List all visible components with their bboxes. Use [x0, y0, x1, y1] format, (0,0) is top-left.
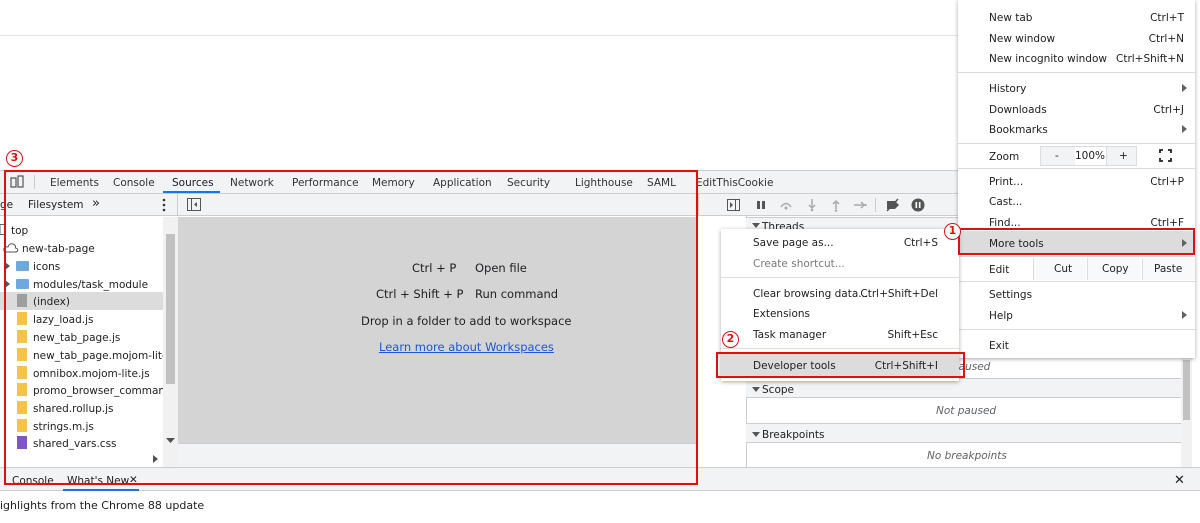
submenu-clear-browsing-data[interactable]: Clear browsing data... Ctrl+Shift+Del — [721, 283, 959, 304]
debugger-scroll-thumb[interactable] — [1183, 360, 1190, 420]
step-out-icon[interactable] — [831, 198, 841, 212]
cut-label: Cut — [1054, 263, 1073, 275]
menu-label: New window — [989, 33, 1056, 45]
menu-new-window[interactable]: New window Ctrl+N — [958, 28, 1195, 49]
menu-separator — [721, 348, 959, 349]
menu-label: New tab — [989, 12, 1033, 24]
menu-label: Extensions — [753, 308, 811, 320]
menu-new-tab[interactable]: New tab Ctrl+T — [958, 7, 1195, 28]
annotation-badge-1: 1 — [944, 223, 961, 240]
drawer-close-icon[interactable]: ✕ — [1174, 474, 1185, 487]
edit-cut-button[interactable]: Cut — [1033, 258, 1086, 280]
menu-label: Zoom — [989, 151, 1020, 163]
menu-history[interactable]: History — [958, 78, 1195, 99]
copy-label: Copy — [1102, 263, 1129, 275]
menu-label: Settings — [989, 289, 1033, 301]
whats-new-panel: ighlights from the Chrome 88 update — [0, 491, 1200, 523]
menu-exit[interactable]: Exit — [958, 335, 1195, 356]
menu-settings[interactable]: Settings — [958, 284, 1195, 305]
annotation-box-more-tools — [958, 228, 1195, 255]
menu-label: Downloads — [989, 104, 1047, 116]
annotation-badge-2: 2 — [722, 331, 739, 348]
submenu-create-shortcut[interactable]: Create shortcut... — [721, 253, 959, 274]
submenu-arrow-icon — [1182, 125, 1187, 133]
menu-shortcut: Ctrl+P — [1150, 176, 1184, 188]
zoom-out-button[interactable]: - — [1040, 146, 1076, 166]
menu-separator — [721, 277, 959, 278]
menu-cast[interactable]: Cast... — [958, 191, 1195, 212]
menu-separator — [958, 72, 1195, 73]
fullscreen-icon[interactable] — [1159, 149, 1172, 162]
annotation-box-devtools — [4, 170, 698, 485]
menu-downloads[interactable]: Downloads Ctrl+J — [958, 99, 1195, 120]
menu-shortcut: Ctrl+J — [1153, 104, 1184, 116]
collapse-arrow-icon[interactable] — [752, 223, 760, 228]
breakpoints-section-header[interactable]: Breakpoints — [746, 423, 1192, 443]
menu-shortcut: Ctrl+N — [1148, 33, 1184, 45]
zoom-plus-label: + — [1119, 150, 1128, 162]
page-divider — [0, 35, 960, 36]
scope-section-header[interactable]: Scope — [746, 378, 1192, 398]
menu-separator — [958, 143, 1195, 144]
menu-bookmarks[interactable]: Bookmarks — [958, 119, 1195, 140]
menu-separator — [958, 329, 1195, 330]
menu-separator — [958, 168, 1195, 169]
zoom-value: 100% — [1075, 150, 1106, 162]
menu-new-incognito[interactable]: New incognito window Ctrl+Shift+N — [958, 48, 1195, 69]
zoom-in-button[interactable]: + — [1106, 146, 1137, 166]
menu-label: Cast... — [989, 196, 1023, 208]
menu-label: Create shortcut... — [753, 258, 845, 270]
menu-separator — [958, 256, 1195, 257]
submenu-arrow-icon — [1182, 311, 1187, 319]
menu-label: Exit — [989, 340, 1009, 352]
step-icon[interactable] — [853, 200, 867, 210]
paste-label: Paste — [1154, 263, 1183, 275]
menu-label: New incognito window — [989, 53, 1107, 65]
step-into-icon[interactable] — [807, 198, 817, 212]
zoom-minus-label: - — [1055, 150, 1059, 162]
menu-print[interactable]: Print... Ctrl+P — [958, 171, 1195, 192]
step-over-icon[interactable] — [779, 200, 793, 210]
deactivate-breakpoints-icon[interactable] — [885, 198, 901, 212]
breakpoints-status: No breakpoints — [927, 450, 1007, 462]
submenu-task-manager[interactable]: Task manager Shift+Esc — [721, 324, 959, 345]
menu-label: Edit — [989, 264, 1010, 276]
annotation-badge-3: 3 — [6, 150, 23, 167]
menu-help[interactable]: Help — [958, 305, 1195, 326]
pause-on-exceptions-icon[interactable] — [911, 198, 925, 212]
debugger-toolbar — [698, 194, 960, 216]
menu-label: Bookmarks — [989, 124, 1048, 136]
collapse-arrow-icon[interactable] — [752, 432, 760, 437]
scope-status: Not paused — [936, 405, 997, 417]
annotation-box-developer-tools — [716, 352, 965, 378]
tab-editthiscookie[interactable]: EditThisCookie — [696, 177, 773, 189]
collapse-arrow-icon[interactable] — [752, 387, 760, 392]
menu-separator — [958, 281, 1195, 282]
menu-label: Clear browsing data... — [753, 288, 869, 300]
menu-label: Help — [989, 310, 1013, 322]
scope-label: Scope — [762, 384, 794, 396]
menu-shortcut: Shift+Esc — [887, 329, 938, 341]
toggle-debugger-icon[interactable] — [727, 199, 740, 211]
menu-label: Print... — [989, 176, 1024, 188]
edit-paste-button[interactable]: Paste — [1142, 258, 1195, 280]
breakpoints-label: Breakpoints — [762, 429, 825, 441]
submenu-extensions[interactable]: Extensions — [721, 303, 959, 324]
menu-shortcut: Ctrl+S — [903, 237, 938, 249]
edit-copy-button[interactable]: Copy — [1087, 258, 1141, 280]
submenu-save-page[interactable]: Save page as... Ctrl+S — [721, 232, 959, 253]
menu-label: Save page as... — [753, 237, 834, 249]
whats-new-headline: ighlights from the Chrome 88 update — [0, 499, 205, 512]
menu-shortcut: Ctrl+Shift+Del — [860, 288, 938, 300]
menu-label: Task manager — [753, 329, 827, 341]
menu-shortcut: Ctrl+Shift+N — [1116, 53, 1184, 65]
menu-label: History — [989, 83, 1027, 95]
pause-icon[interactable] — [756, 200, 766, 210]
submenu-arrow-icon — [1182, 84, 1187, 92]
menu-shortcut: Ctrl+T — [1150, 12, 1184, 24]
toolbar-divider — [875, 198, 876, 212]
